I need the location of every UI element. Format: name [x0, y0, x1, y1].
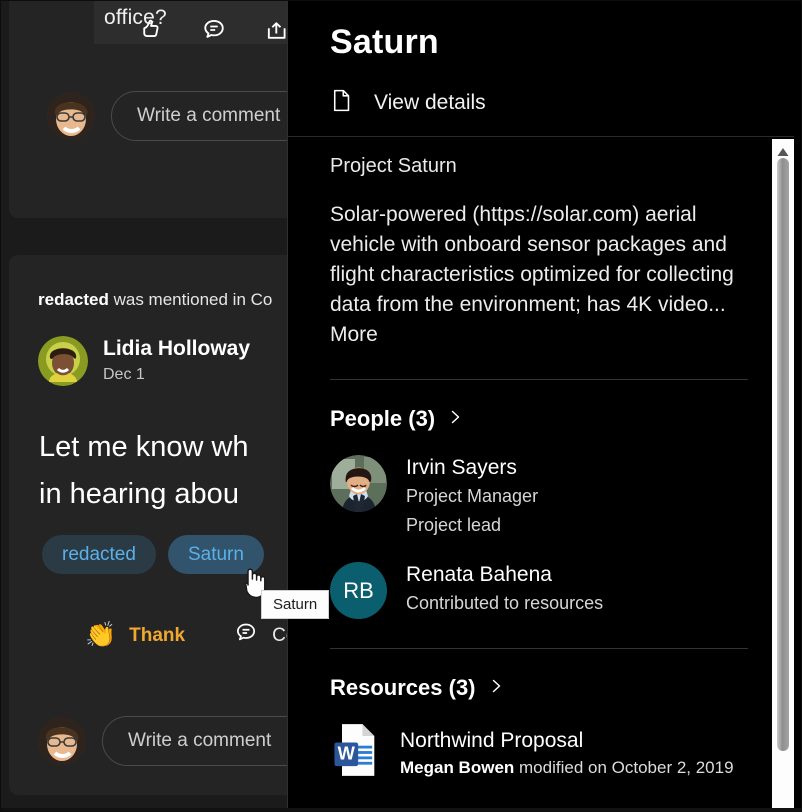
resource-meta: Megan Bowen modified on October 2, 2019 — [400, 758, 734, 778]
post-body-line-2: in hearing abou — [39, 478, 239, 510]
avatar-initials: RB — [330, 562, 387, 619]
thumbs-up-icon[interactable] — [137, 16, 165, 44]
more-link[interactable]: More — [330, 320, 750, 350]
project-description: Solar-powered (https://solar.com) aerial… — [330, 200, 750, 350]
person-note: Contributed to resources — [406, 593, 604, 613]
post-date: Dec 1 — [103, 366, 145, 383]
divider — [330, 648, 748, 649]
resources-heading: Resources (3) — [330, 675, 476, 700]
person-name: Irvin Sayers — [406, 456, 517, 479]
comment-input[interactable]: Write a comment — [111, 91, 300, 141]
thank-label: Thank — [129, 624, 186, 646]
view-details-link[interactable]: View details — [329, 88, 486, 118]
comment-input[interactable]: Write a comment — [102, 716, 300, 766]
topic-pill-redacted[interactable]: redacted — [42, 535, 156, 574]
comment-bubble-icon[interactable] — [200, 16, 228, 44]
post-body-line-1: Let me know wh — [39, 431, 249, 463]
post-body: Let me know wh in hearing abou — [39, 424, 300, 518]
comment-composer-main[interactable]: Write a comment — [38, 716, 300, 766]
mention-notice: redacted was mentioned in Co — [38, 290, 272, 310]
chevron-right-icon[interactable] — [488, 678, 504, 699]
mention-notice-rest: was mentioned in Co — [108, 290, 273, 309]
person-row[interactable]: RB Renata Bahena Contributed to resource… — [330, 562, 802, 619]
chevron-right-icon[interactable] — [447, 409, 463, 430]
view-details-label: View details — [374, 91, 486, 114]
reaction-row — [137, 16, 291, 44]
feed-card-top: office? Write a comment — [9, 0, 300, 218]
person-name: Renata Bahena — [406, 563, 552, 586]
window-bottom-edge — [0, 808, 802, 812]
people-section-header[interactable]: People (3) — [330, 406, 802, 432]
word-document-icon: W — [330, 722, 382, 783]
person-row[interactable]: Irvin Sayers Project Manager Project lea… — [330, 455, 802, 539]
panel-header: Saturn View details — [288, 0, 802, 137]
thank-button[interactable]: 👏 Thank — [85, 623, 185, 648]
mention-notice-user: redacted — [38, 290, 109, 309]
avatar — [38, 717, 86, 765]
person-note: Project lead — [406, 515, 502, 535]
screenshot-root: office? Write a comment redacted was men… — [0, 0, 802, 812]
comment-bubble-icon — [233, 620, 259, 651]
resources-section-header[interactable]: Resources (3) — [330, 675, 802, 701]
post-action-row: 👏 Thank Comm — [85, 620, 300, 651]
topic-pill-row: redacted Saturn — [42, 535, 264, 574]
resource-name: Northwind Proposal — [400, 729, 584, 752]
svg-text:W: W — [338, 743, 356, 764]
document-icon — [329, 88, 354, 118]
avatar[interactable] — [38, 336, 88, 386]
panel-title: Saturn — [330, 23, 439, 61]
description-text: Solar-powered (https://solar.com) aerial… — [330, 203, 734, 316]
avatar — [330, 455, 387, 512]
post-author-name[interactable]: Lidia Holloway — [103, 337, 250, 360]
divider — [330, 379, 748, 380]
scroll-up-arrow-icon[interactable] — [776, 144, 790, 156]
post-author-row: Lidia Holloway Dec 1 — [38, 336, 250, 386]
resource-modifier: Megan Bowen — [400, 758, 515, 777]
panel-scrollbar[interactable] — [772, 139, 794, 812]
clapping-hands-emoji: 👏 — [85, 621, 117, 649]
comment-composer-top[interactable]: Write a comment — [47, 91, 300, 141]
topic-tooltip: Saturn — [261, 590, 330, 619]
panel-body: Project Saturn Solar-powered (https://so… — [288, 138, 802, 812]
resource-meta-rest: modified on October 2, 2019 — [514, 758, 734, 777]
saturn-detail-panel: Saturn View details Project Saturn Solar… — [287, 0, 802, 812]
project-label: Project Saturn — [330, 155, 457, 177]
scrollbar-thumb[interactable] — [777, 158, 789, 751]
avatar — [47, 92, 95, 140]
people-heading: People (3) — [330, 406, 436, 431]
person-role: Project Manager — [406, 486, 539, 506]
resource-row[interactable]: W Northwind Proposal Megan Bowen modifie… — [330, 722, 802, 783]
panel-right-edge — [794, 0, 802, 812]
feed-column: office? Write a comment redacted was men… — [0, 0, 300, 812]
